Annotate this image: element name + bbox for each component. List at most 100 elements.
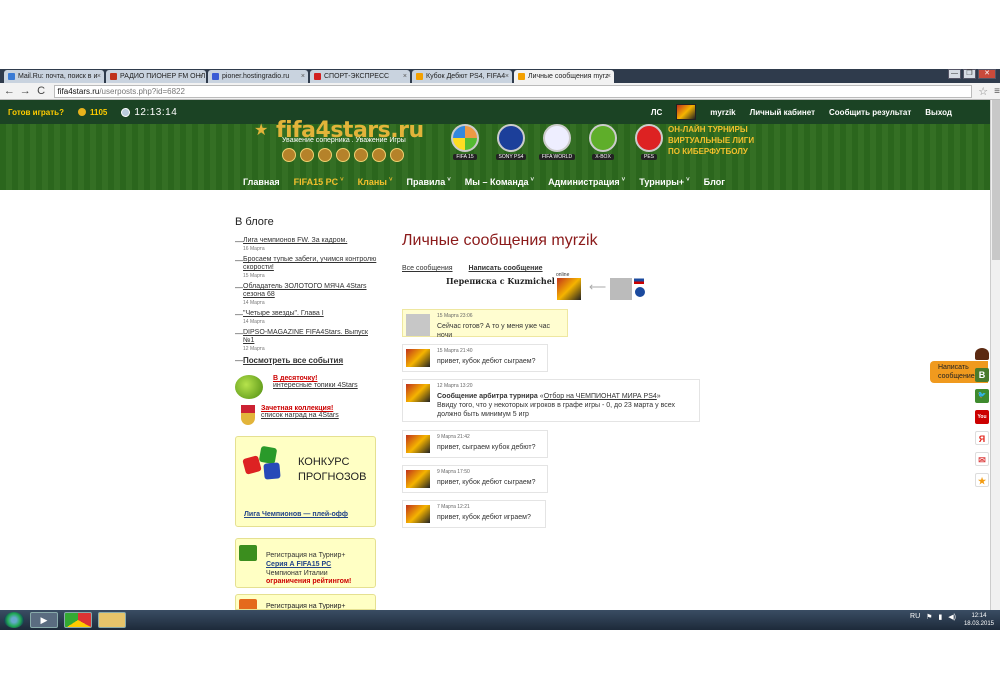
tournament-registration-box[interactable]: Регистрация на Турнир+ Серия А FIFA15 PC… [235, 538, 376, 588]
partner-avatar[interactable] [610, 278, 632, 300]
reload-icon[interactable]: C [35, 85, 48, 97]
page-scrollbar[interactable] [990, 100, 1000, 610]
tab-close-icon[interactable]: × [607, 73, 611, 80]
platform-fifaworld[interactable]: FIFA WORLD [538, 124, 576, 160]
nav-tournaments[interactable]: Турниры+ ˅ [639, 177, 689, 187]
nav-fifa15pc[interactable]: FIFA15 PC ˅ [294, 177, 344, 187]
nav-blog[interactable]: Блог [704, 177, 725, 187]
browser-tab-active[interactable]: Личные сообщения myrz × [514, 70, 614, 83]
nav-clans[interactable]: Кланы ˅ [358, 177, 393, 187]
platform-pes[interactable]: PES [630, 124, 668, 160]
windows-icon [451, 124, 479, 152]
tournament-registration-box-2[interactable]: Регистрация на Турнир+ [235, 594, 376, 610]
user-links: ЛС myrzik Личный кабинет Сообщить резуль… [651, 100, 952, 124]
explorer-icon[interactable] [98, 612, 126, 628]
report-result-link[interactable]: Сообщить результат [829, 108, 911, 117]
platform-fifa15[interactable]: FIFA 15 [446, 124, 484, 160]
mail-icon[interactable]: ✉ [975, 452, 989, 466]
yandex-icon[interactable]: Я [975, 431, 989, 445]
reg-restriction: ограничения рейтингом! [266, 578, 352, 585]
logout-link[interactable]: Выход [925, 108, 952, 117]
top10-sub[interactable]: интересные топики 4Stars [273, 382, 358, 389]
trophy-icon [282, 148, 296, 162]
collection-promo[interactable]: Зачетная коллекция! список наград на 4St… [235, 405, 377, 425]
language-indicator[interactable]: RU [910, 613, 920, 621]
chrome-icon[interactable] [64, 612, 92, 628]
minimize-button[interactable]: — [948, 69, 961, 79]
platform-xbox[interactable]: X-BOX [584, 124, 622, 160]
italy-league-icon [239, 545, 257, 561]
message-text: привет, сыграем кубок дебют? [437, 444, 536, 451]
tab-close-icon[interactable]: × [97, 73, 101, 80]
browser-tab[interactable]: РАДИО ПИОНЕР FM ОНЛ × [106, 70, 206, 83]
tab-close-icon[interactable]: × [505, 73, 509, 80]
media-player-icon[interactable]: ▶ [30, 612, 58, 628]
browser-tab[interactable]: Кубок Дебют PS4, FIFA4 × [412, 70, 512, 83]
message-text: привет, кубок дебют играем? [437, 514, 531, 521]
network-icon[interactable]: ▮ [938, 613, 942, 621]
nav-admin[interactable]: Администрация ˅ [548, 177, 625, 187]
top10-promo[interactable]: В десяточку! интересные топики 4Stars [235, 375, 377, 399]
flag-tray-icon[interactable]: ⚑ [926, 613, 932, 621]
window-controls: — ❐ ✕ [948, 69, 996, 79]
my-avatar[interactable] [557, 278, 581, 300]
nav-team[interactable]: Мы – Команда ˅ [465, 177, 534, 187]
collection-sub[interactable]: список наград на 4Stars [261, 412, 339, 419]
browser-tab[interactable]: Mail.Ru: почта, поиск в и × [4, 70, 104, 83]
nav-rules[interactable]: Правила ˅ [407, 177, 451, 187]
browser-tab[interactable]: pioner.hostingradio.ru × [208, 70, 308, 83]
chevron-down-icon: ˅ [388, 177, 393, 183]
tab-close-icon[interactable]: × [199, 73, 203, 80]
conversation-title: Переписка с Kuzmichel [446, 276, 555, 286]
forward-icon[interactable]: → [19, 85, 32, 97]
apple-icon [235, 375, 263, 399]
twitter-icon[interactable]: 🐦 [975, 389, 989, 403]
url-host: fifa4stars.ru [57, 86, 100, 96]
volume-icon[interactable]: ◀) [948, 613, 956, 621]
url-input[interactable]: fifa4stars.ru/userposts.php?id=6822 [53, 84, 973, 98]
message-item: 9 Марта 21:42 привет, сыграем кубок дебю… [402, 430, 548, 458]
browser-menu-icon[interactable]: ≡ [994, 86, 1000, 97]
forecast-link[interactable]: Лига Чемпионов — плей-офф [244, 511, 348, 518]
message-text: привет, кубок дебют сыграем? [437, 358, 536, 365]
message-date: 7 Марта 12:21 [437, 504, 470, 510]
nav-home[interactable]: Главная [243, 177, 280, 187]
chevron-down-icon: ˅ [621, 177, 626, 183]
blog-link[interactable]: DIPSO-MAGAZINE FIFA4Stars. Выпуск №1 [243, 329, 377, 345]
blog-link[interactable]: Бросаем тупые забеги, учимся контролю ск… [243, 256, 377, 272]
clock[interactable]: 12:14 18.03.2015 [964, 612, 994, 628]
start-button[interactable] [4, 612, 24, 628]
forecast-contest-box[interactable]: КОНКУРС ПРОГНОЗОВ Лига Чемпионов — плей-о… [235, 436, 376, 527]
tournament-link[interactable]: Отбор на ЧЕМПИОНАТ МИРА PS4 [544, 393, 657, 400]
view-all-events-link[interactable]: Посмотреть все события [243, 356, 343, 365]
blog-link[interactable]: "Четыре звезды". Глава I [243, 310, 324, 318]
tab-close-icon[interactable]: × [301, 73, 305, 80]
browser-tab[interactable]: СПОРТ-ЭКСПРЕСС × [310, 70, 410, 83]
vk-icon[interactable]: В [975, 368, 989, 382]
ready-to-play-link[interactable]: Готов играть? [8, 108, 64, 117]
ea-icon [543, 124, 571, 152]
blog-date: 14 Марта [243, 319, 265, 325]
back-icon[interactable]: ← [3, 85, 16, 97]
all-messages-tab[interactable]: Все сообщения [402, 265, 453, 272]
maximize-button[interactable]: ❐ [963, 69, 976, 79]
tab-close-icon[interactable]: × [403, 73, 407, 80]
bookmark-star-icon[interactable]: ☆ [978, 85, 988, 98]
collection-title[interactable]: Зачетная коллекция! [261, 405, 339, 412]
scrollbar-thumb[interactable] [992, 100, 1000, 260]
top10-title[interactable]: В десяточку! [273, 375, 358, 382]
star-bookmark-icon[interactable]: ★ [975, 473, 989, 487]
blog-link[interactable]: Обладатель ЗОЛОТОГО МЯЧА 4Stars сезона 6… [243, 283, 377, 299]
write-message-tab[interactable]: Написать сообщение [469, 265, 543, 272]
blog-link[interactable]: Лига чемпионов FW. За кадром. [243, 237, 347, 245]
private-messages-link[interactable]: ЛС [651, 108, 662, 117]
cabinet-link[interactable]: Личный кабинет [750, 108, 815, 117]
reg-tournament-link[interactable]: Серия А FIFA15 PC [266, 560, 331, 569]
platform-ps4[interactable]: SONY PS4 [492, 124, 530, 160]
forecast-title: КОНКУРС ПРОГНОЗОВ [298, 456, 367, 483]
username-link[interactable]: myrzik [710, 108, 735, 117]
close-window-button[interactable]: ✕ [978, 69, 996, 79]
youtube-icon[interactable]: You [975, 410, 989, 424]
message-date: 9 Марта 17:50 [437, 469, 470, 475]
user-avatar[interactable] [676, 104, 697, 120]
